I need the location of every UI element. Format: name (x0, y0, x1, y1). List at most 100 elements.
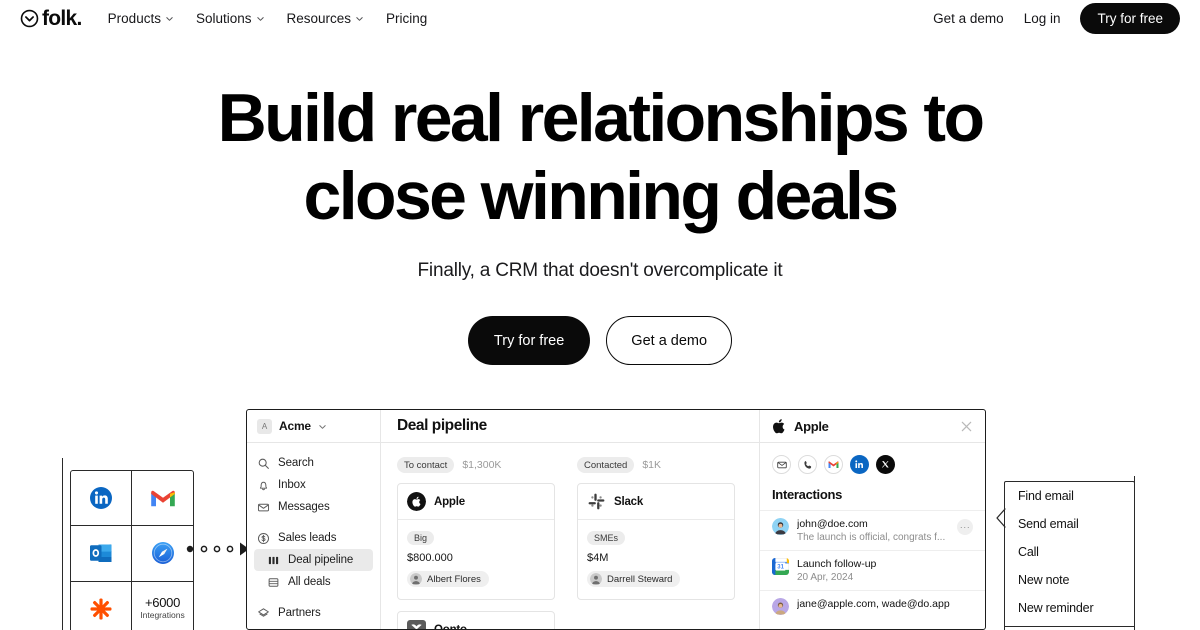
app-sidebar: A Acme Search Inbox Messages Sales leads… (247, 410, 381, 629)
nav-item-pricing-label: Pricing (386, 10, 428, 26)
person-photo-avatar (772, 598, 789, 615)
connector-arrow-icon (186, 542, 249, 556)
integrations-count-value: +6000 (144, 595, 180, 611)
sidebar-item-all-deals[interactable]: All deals (247, 571, 380, 593)
nav-item-products[interactable]: Products (108, 11, 174, 26)
apple-logo (773, 419, 785, 434)
avatar (590, 573, 602, 585)
left-sketch-rail (62, 458, 64, 630)
board-header: Deal pipeline (381, 410, 759, 443)
sidebar-item-sales-leads[interactable]: Sales leads (247, 527, 380, 549)
deal-card-apple[interactable]: Apple Big $800.000 Albert Flores (397, 483, 555, 600)
interaction-text: john@doe.com The launch is official, con… (797, 518, 949, 543)
bell-icon (259, 481, 268, 490)
context-menu-item-find-email[interactable]: Find email (1005, 482, 1134, 510)
interaction-title: john@doe.com (797, 518, 868, 530)
interaction-subtitle: 20 Apr, 2024 (797, 572, 854, 583)
safari-icon (151, 542, 174, 565)
deal-owner: Albert Flores (407, 571, 489, 587)
sidebar-item-search[interactable]: Search (247, 452, 380, 474)
deal-value: $800.000 (407, 552, 453, 564)
deal-tag: Big (407, 531, 435, 545)
app-window: A Acme Search Inbox Messages Sales leads… (246, 409, 986, 630)
integration-cell-outlook (71, 526, 132, 582)
dollar-circle-icon (257, 532, 270, 544)
nav-actions: Get a demo Log in Try for free (933, 2, 1180, 34)
deal-card-qonto[interactable]: Qonto (397, 611, 555, 629)
sidebar-item-inbox[interactable]: Inbox (247, 474, 380, 496)
integrations-count-label: Integrations (140, 610, 185, 621)
deal-card-header: Apple (398, 484, 554, 520)
deal-company-name: Slack (614, 495, 644, 508)
interaction-menu-button[interactable]: ··· (957, 519, 973, 535)
linkedin-icon (90, 487, 112, 510)
zapier-icon (90, 598, 112, 620)
chevron-down-icon (166, 16, 173, 21)
interaction-text: Launch follow-up 20 Apr, 2024 (797, 558, 973, 583)
deal-tag: SMEs (587, 531, 626, 545)
sidebar-item-inbox-label: Inbox (278, 479, 306, 491)
sidebar-item-deal-pipeline[interactable]: Deal pipeline (254, 549, 373, 571)
x-icon (881, 461, 889, 468)
interaction-row[interactable]: john@doe.com The launch is official, con… (760, 510, 985, 550)
hero-subtitle: Finally, a CRM that doesn't overcomplica… (417, 260, 783, 281)
sidebar-item-messages[interactable]: Messages (247, 496, 380, 518)
board-columns: To contact $1,300K Apple Big $800.000 Al… (381, 443, 759, 629)
interaction-title: jane@apple.com, wade@do.app (797, 598, 950, 610)
svg-text:31: 31 (777, 565, 784, 571)
context-menu-item-call[interactable]: Call (1005, 538, 1134, 566)
context-menu-item-new-reminder[interactable]: New reminder (1005, 594, 1134, 622)
x-action-button[interactable] (876, 455, 895, 474)
integrations-card: +6000 Integrations (70, 470, 194, 630)
person-photo-avatar (772, 518, 789, 535)
deal-card-slack[interactable]: Slack SMEs $4M Darrell Steward (577, 483, 735, 600)
nav-item-products-label: Products (107, 10, 161, 26)
slack-logo (588, 493, 605, 510)
workspace-switcher[interactable]: A Acme (247, 410, 380, 443)
nav-item-pricing[interactable]: Pricing (386, 11, 427, 26)
status-badge: To contact (397, 457, 455, 473)
sidebar-item-partners[interactable]: Partners (247, 602, 380, 624)
nav-item-solutions[interactable]: Solutions (196, 11, 265, 26)
right-sketch-rail (1134, 476, 1136, 630)
qonto-logo (407, 620, 426, 629)
log-in-link[interactable]: Log in (1024, 11, 1061, 26)
context-menu-item-send-email[interactable]: Send email (1005, 510, 1134, 538)
hero-get-a-demo-button[interactable]: Get a demo (606, 316, 733, 365)
linkedin-action-button[interactable] (850, 455, 869, 474)
layers-icon (258, 607, 269, 617)
hero-try-for-free-button[interactable]: Try for free (467, 316, 591, 365)
columns-icon (268, 556, 279, 564)
email-icon (776, 461, 787, 468)
close-icon[interactable] (960, 420, 973, 433)
gmail-action-button[interactable] (824, 455, 843, 474)
deal-card-body: Big $800.000 Albert Flores (398, 520, 554, 599)
interactions-section-title: Interactions (772, 487, 843, 502)
chevron-down-icon (356, 16, 363, 21)
sidebar-item-messages-label: Messages (278, 501, 330, 513)
detail-title: Apple (794, 418, 829, 434)
try-for-free-button[interactable]: Try for free (1080, 2, 1180, 34)
phone-action-button[interactable] (798, 455, 817, 474)
nav-item-solutions-label: Solutions (195, 10, 252, 26)
get-a-demo-link[interactable]: Get a demo (933, 11, 1004, 26)
interaction-title: Launch follow-up (797, 558, 877, 570)
interaction-row[interactable]: jane@apple.com, wade@do.app (760, 590, 985, 622)
nav-item-resources[interactable]: Resources (287, 11, 365, 26)
status-badge: Contacted (577, 457, 635, 473)
context-menu-item-new-note[interactable]: New note (1005, 566, 1134, 594)
hero-title-line-1: Build real relationships to (217, 80, 985, 156)
folk-logo[interactable]: folk. (20, 8, 82, 29)
sidebar-nav: Search Inbox Messages Sales leads Deal p… (247, 443, 380, 624)
interaction-row[interactable]: 31 Launch follow-up 20 Apr, 2024 (760, 550, 985, 590)
gmail-icon (150, 490, 175, 507)
email-action-button[interactable] (772, 455, 791, 474)
linkedin-icon (855, 460, 863, 469)
gmail-icon (828, 461, 839, 468)
context-menu-pointer-icon (996, 508, 1006, 528)
interaction-subtitle: The launch is official, congrats f... (797, 532, 946, 543)
top-navbar: folk. Products Solutions Resources Prici… (0, 0, 1200, 36)
hero-section: Build real relationships to close winnin… (0, 0, 1200, 365)
integrations-count: +6000 Integrations (132, 582, 193, 630)
page-title: Build real relationships to close winnin… (0, 84, 1200, 230)
